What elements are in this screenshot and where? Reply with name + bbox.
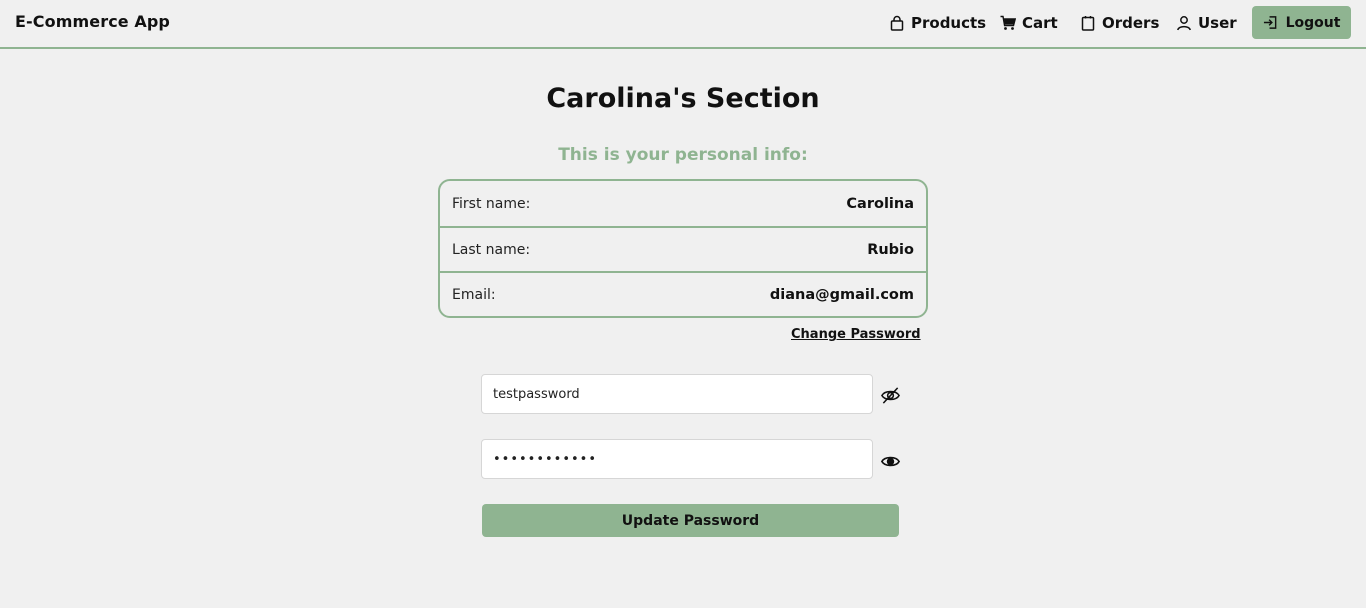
info-row-last-name: Last name: Rubio bbox=[440, 226, 926, 271]
info-value: Carolina bbox=[846, 195, 914, 212]
logout-label: Logout bbox=[1285, 14, 1341, 31]
info-row-email: Email: diana@gmail.com bbox=[440, 271, 926, 316]
personal-info-subtitle: This is your personal info: bbox=[558, 145, 808, 165]
user-icon bbox=[1177, 16, 1191, 31]
clipboard-icon bbox=[1081, 16, 1095, 31]
logout-button[interactable]: Logout bbox=[1252, 6, 1351, 39]
nav-user[interactable]: User bbox=[1176, 12, 1237, 34]
shopping-bag-icon bbox=[890, 15, 904, 31]
info-label: First name: bbox=[452, 195, 531, 212]
brand-title[interactable]: E-Commerce App bbox=[15, 12, 170, 31]
nav-products[interactable]: Products bbox=[889, 12, 986, 34]
nav-products-label: Products bbox=[911, 14, 987, 32]
cart-icon bbox=[1000, 15, 1016, 30]
nav-orders[interactable]: Orders bbox=[1080, 12, 1159, 34]
nav-user-label: User bbox=[1198, 14, 1237, 32]
update-password-button[interactable]: Update Password bbox=[482, 504, 899, 537]
info-value: Rubio bbox=[867, 241, 914, 258]
info-row-first-name: First name: Carolina bbox=[440, 181, 926, 226]
page-title: Carolina's Section bbox=[546, 83, 820, 114]
nav-orders-label: Orders bbox=[1102, 14, 1160, 32]
personal-info-card: First name: Carolina Last name: Rubio Em… bbox=[438, 179, 928, 318]
logout-icon bbox=[1263, 16, 1276, 29]
info-value: diana@gmail.com bbox=[769, 286, 914, 303]
nav-cart[interactable]: Cart bbox=[1000, 12, 1058, 34]
eye-icon[interactable] bbox=[879, 450, 901, 472]
eye-off-icon[interactable] bbox=[879, 384, 901, 406]
change-password-link[interactable]: Change Password bbox=[791, 327, 921, 342]
info-label: Email: bbox=[452, 286, 496, 303]
new-password-input[interactable] bbox=[481, 374, 873, 414]
confirm-password-input[interactable] bbox=[481, 439, 873, 479]
nav-cart-label: Cart bbox=[1022, 14, 1058, 32]
navbar: E-Commerce App Products Cart Orders User bbox=[0, 0, 1366, 49]
info-label: Last name: bbox=[452, 241, 531, 258]
